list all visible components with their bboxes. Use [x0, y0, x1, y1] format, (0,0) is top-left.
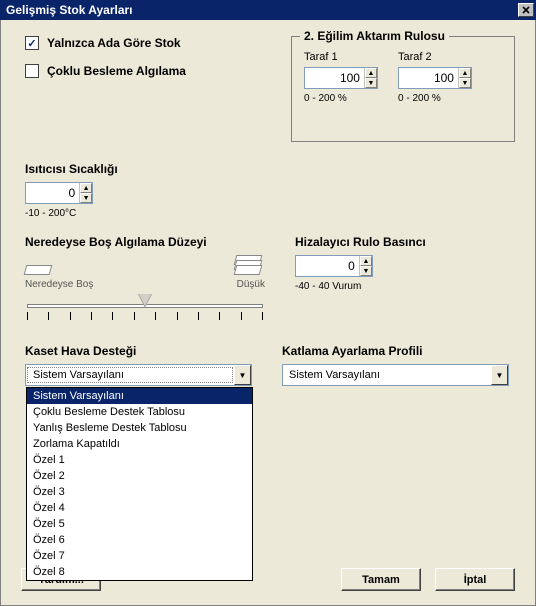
- near-empty-right-caption: Düşük: [235, 279, 265, 290]
- near-empty-slider[interactable]: [25, 298, 265, 322]
- spin-up-icon: ▲: [360, 256, 372, 266]
- dialog-body: ✓ Yalnızca Ada Göre Stok Çoklu Besleme A…: [0, 20, 536, 606]
- ok-button[interactable]: Tamam: [341, 568, 421, 591]
- group-legend: 2. Eğilim Aktarım Rulosu: [300, 29, 449, 43]
- spin-down-icon: ▼: [365, 78, 377, 88]
- tray-air-option[interactable]: Özel 5: [27, 516, 252, 532]
- aligner-stepper[interactable]: ▲▼: [295, 255, 373, 277]
- tray-air-option[interactable]: Özel 2: [27, 468, 252, 484]
- fold-profile-value: Sistem Varsayılanı: [283, 369, 491, 381]
- checkbox-icon: [25, 64, 39, 78]
- heater-input[interactable]: [26, 183, 79, 203]
- tray-air-option[interactable]: Çoklu Besleme Destek Tablosu: [27, 404, 252, 420]
- titlebar: Gelişmiş Stok Ayarları: [0, 0, 536, 20]
- spin-up-icon: ▲: [365, 68, 377, 78]
- tray-air-option[interactable]: Özel 7: [27, 548, 252, 564]
- close-button[interactable]: [518, 3, 534, 17]
- spin-down-icon: ▼: [459, 78, 471, 88]
- close-icon: [522, 6, 530, 14]
- spin-down-icon: ▼: [360, 266, 372, 276]
- low-stack-icon: [235, 255, 265, 277]
- spin-down-icon: ▼: [80, 193, 92, 203]
- tray-air-option[interactable]: Özel 6: [27, 532, 252, 548]
- heater-caption: -10 - 200°C: [25, 208, 515, 219]
- fold-profile-label: Katlama Ayarlama Profili: [282, 344, 509, 358]
- side1-input[interactable]: [305, 68, 364, 88]
- tray-air-label: Kaset Hava Desteği: [25, 344, 252, 358]
- tray-air-option[interactable]: Özel 1: [27, 452, 252, 468]
- only-by-name-label: Yalnızca Ada Göre Stok: [47, 36, 181, 50]
- aligner-caption: -40 - 40 Vurum: [295, 281, 426, 292]
- tray-air-option[interactable]: Özel 3: [27, 484, 252, 500]
- spin-up-icon: ▲: [459, 68, 471, 78]
- fold-profile-combo[interactable]: Sistem Varsayılanı ▼: [282, 364, 509, 386]
- tray-air-option[interactable]: Zorlama Kapatıldı: [27, 436, 252, 452]
- checkbox-icon: ✓: [25, 36, 39, 50]
- window-title: Gelişmiş Stok Ayarları: [6, 3, 133, 17]
- chevron-down-icon: ▼: [234, 365, 251, 385]
- side2-stepper[interactable]: ▲▼: [398, 67, 472, 89]
- heater-stepper[interactable]: ▲▼: [25, 182, 93, 204]
- tendency-transfer-group: 2. Eğilim Aktarım Rulosu Taraf 1 ▲▼ 0 - …: [291, 36, 515, 142]
- tray-air-dropdown: Sistem VarsayılanıÇoklu Besleme Destek T…: [26, 387, 253, 581]
- side1-caption: 0 - 200 %: [304, 93, 378, 104]
- cancel-button[interactable]: İptal: [435, 568, 515, 591]
- tray-air-option[interactable]: Sistem Varsayılanı: [27, 388, 252, 404]
- near-empty-left-caption: Neredeyse Boş: [25, 279, 93, 290]
- near-empty-icon: [25, 255, 55, 277]
- aligner-input[interactable]: [296, 256, 359, 276]
- multi-feed-checkbox[interactable]: Çoklu Besleme Algılama: [25, 64, 275, 78]
- multi-feed-label: Çoklu Besleme Algılama: [47, 64, 186, 78]
- side1-stepper[interactable]: ▲▼: [304, 67, 378, 89]
- aligner-label: Hizalayıcı Rulo Basıncı: [295, 235, 426, 249]
- tray-air-value: Sistem Varsayılanı: [27, 367, 233, 383]
- heater-label: Isıtıcısı Sıcaklığı: [25, 162, 515, 176]
- tray-air-option[interactable]: Özel 4: [27, 500, 252, 516]
- tray-air-option[interactable]: Yanlış Besleme Destek Tablosu: [27, 420, 252, 436]
- tray-air-combo[interactable]: Sistem Varsayılanı ▼ Sistem VarsayılanıÇ…: [25, 364, 252, 386]
- only-by-name-checkbox[interactable]: ✓ Yalnızca Ada Göre Stok: [25, 36, 275, 50]
- spin-up-icon: ▲: [80, 183, 92, 193]
- side2-label: Taraf 2: [398, 51, 472, 63]
- chevron-down-icon: ▼: [491, 365, 508, 385]
- tray-air-option[interactable]: Özel 8: [27, 564, 252, 580]
- side2-input[interactable]: [399, 68, 458, 88]
- side1-label: Taraf 1: [304, 51, 378, 63]
- near-empty-label: Neredeyse Boş Algılama Düzeyi: [25, 235, 265, 249]
- side2-caption: 0 - 200 %: [398, 93, 472, 104]
